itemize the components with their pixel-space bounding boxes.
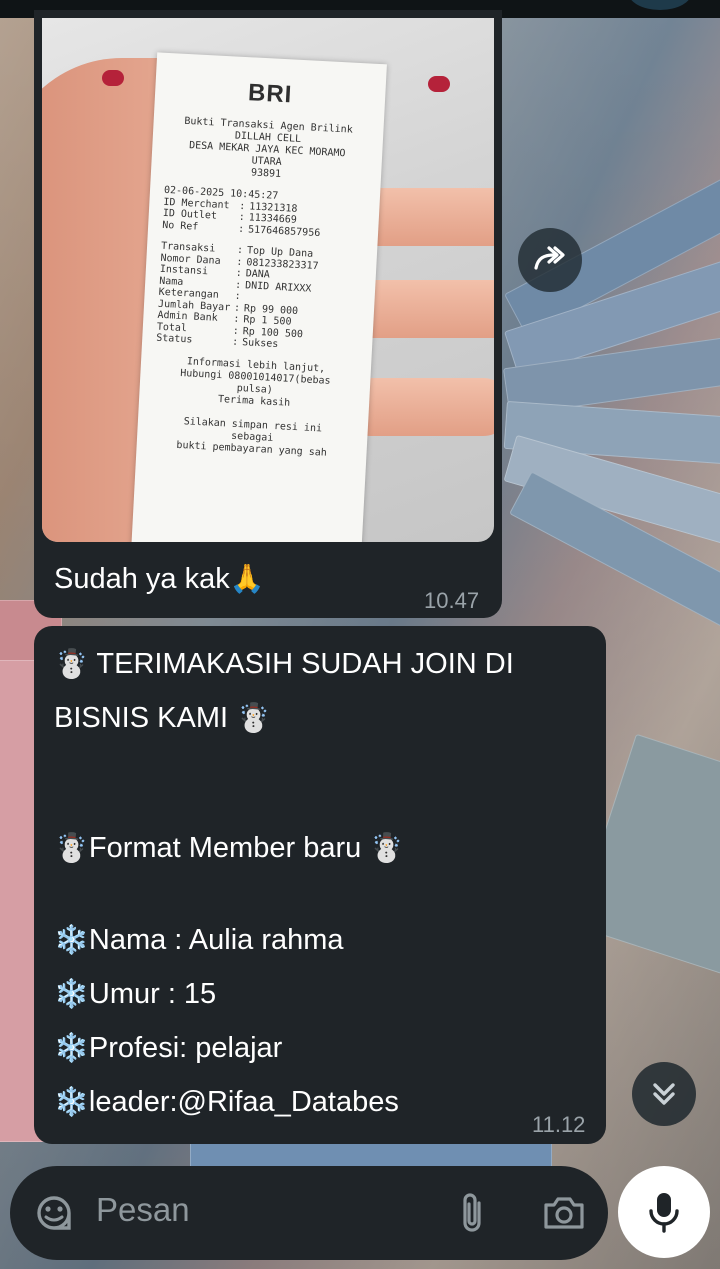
bri-logo: BRI (247, 79, 294, 109)
receipt-header: Bukti Transaksi Agen Brilink DILLAH CELL… (184, 115, 354, 180)
message-line-profesi: ❄️Profesi: pelajar (54, 1032, 283, 1064)
snowman-emoji: ☃️ (54, 832, 89, 863)
forward-icon (534, 246, 565, 270)
pray-emoji: 🙏 (229, 563, 265, 594)
snowflake-emoji: ❄️ (54, 978, 89, 1009)
scroll-down-button[interactable] (632, 1062, 696, 1126)
header-avatar-edge (628, 0, 692, 10)
message-input[interactable]: Pesan (96, 1191, 190, 1229)
forward-button[interactable] (518, 228, 582, 292)
receipt-photo[interactable]: BRI Bukti Transaksi Agen Brilink DILLAH … (42, 18, 494, 542)
camera-button[interactable] (540, 1189, 588, 1237)
message-line-leader: ❄️leader:@Rifaa_Databes (54, 1086, 399, 1118)
message-line-umur: ❄️Umur : 15 (54, 978, 217, 1010)
message-time: 10.47 (424, 588, 480, 613)
message-composer[interactable]: Pesan (10, 1166, 608, 1260)
message-line-2: BISNIS KAMI ☃️ (54, 702, 271, 734)
snowman-emoji: ☃️ (236, 702, 271, 733)
sticker-icon (37, 1196, 71, 1230)
message-line-1: ☃️ TERIMAKASIH SUDAH JOIN DI (54, 648, 514, 680)
snowflake-emoji: ❄️ (54, 1086, 89, 1117)
chevron-double-down-icon (653, 1083, 675, 1105)
snowflake-emoji: ❄️ (54, 924, 89, 955)
mic-icon (649, 1193, 679, 1233)
message-time: 11.12 (532, 1112, 586, 1137)
paperclip-icon (463, 1193, 481, 1232)
snowman-emoji: ☃️ (369, 832, 405, 863)
receipt-paper: BRI Bukti Transaksi Agen Brilink DILLAH … (131, 52, 387, 542)
message-line-3: ☃️Format Member baru ☃️ (54, 832, 405, 864)
sticker-button[interactable] (30, 1189, 78, 1237)
snowman-emoji: ☃️ (54, 648, 89, 679)
message-line-nama: ❄️Nama : Aulia rahma (54, 924, 344, 956)
camera-icon (544, 1197, 584, 1229)
photo-message-bubble[interactable]: BRI Bukti Transaksi Agen Brilink DILLAH … (34, 10, 502, 618)
receipt-details: Transaksi: Top Up Dana Nomor Dana:0812338… (155, 240, 319, 351)
voice-record-button[interactable] (618, 1166, 710, 1258)
text-message-bubble[interactable]: ☃️ TERIMAKASIH SUDAH JOIN DI BISNIS KAMI… (34, 626, 606, 1144)
receipt-footer: Informasi lebih lanjut, Hubungi 08001014… (176, 355, 331, 459)
attach-button[interactable] (448, 1189, 496, 1237)
photo-caption: Sudah ya kak🙏 (54, 563, 265, 595)
snowflake-emoji: ❄️ (54, 1032, 89, 1063)
